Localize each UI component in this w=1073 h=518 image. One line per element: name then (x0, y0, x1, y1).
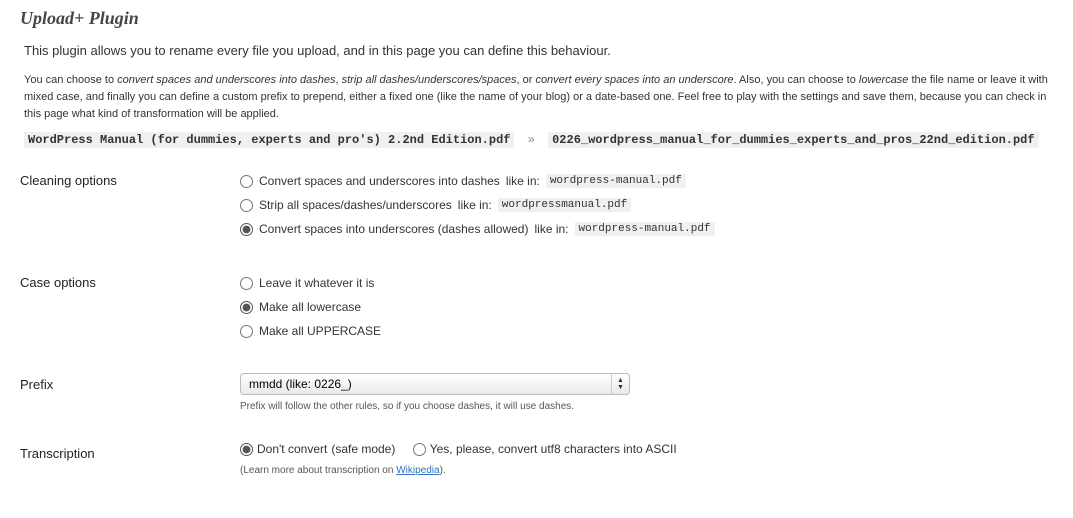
radio-transcription-convert[interactable] (413, 443, 426, 456)
transcription-note: (Learn more about transcription on Wikip… (240, 465, 1053, 476)
case-option-lowercase[interactable]: Make all lowercase (240, 295, 1053, 319)
prefix-select[interactable]: mmdd (like: 0226_) (240, 373, 630, 395)
example-input: WordPress Manual (for dummies, experts a… (24, 132, 514, 148)
transcription-dont-label: Don't convert (257, 442, 327, 456)
cleaning-dashes-code: wordpress-manual.pdf (546, 174, 686, 188)
wikipedia-link[interactable]: Wikipedia (396, 465, 439, 476)
like-in-text: like in: (506, 174, 540, 188)
cleaning-strip-code: wordpressmanual.pdf (498, 198, 631, 212)
page-title: Upload+ Plugin (20, 8, 1053, 29)
case-heading: Case options (20, 269, 240, 371)
cleaning-heading: Cleaning options (20, 167, 240, 269)
prefix-heading: Prefix (20, 371, 240, 440)
case-uppercase-label: Make all UPPERCASE (259, 324, 381, 338)
like-in-text: like in: (458, 198, 492, 212)
transcription-safe-mode: (safe mode) (331, 442, 395, 456)
case-option-uppercase[interactable]: Make all UPPERCASE (240, 319, 1053, 343)
radio-case-uppercase[interactable] (240, 325, 253, 338)
radio-transcription-dont[interactable] (240, 443, 253, 456)
intro-text: This plugin allows you to rename every f… (24, 43, 1053, 58)
cleaning-option-underscores[interactable]: Convert spaces into underscores (dashes … (240, 217, 1053, 241)
example-output: 0226_wordpress_manual_for_dummies_expert… (548, 132, 1038, 148)
radio-cleaning-underscores[interactable] (240, 223, 253, 236)
cleaning-underscores-label: Convert spaces into underscores (dashes … (259, 222, 528, 236)
case-lowercase-label: Make all lowercase (259, 300, 361, 314)
radio-cleaning-dashes[interactable] (240, 175, 253, 188)
description-text: You can choose to convert spaces and und… (24, 72, 1053, 123)
radio-case-lowercase[interactable] (240, 301, 253, 314)
cleaning-strip-label: Strip all spaces/dashes/underscores (259, 198, 452, 212)
cleaning-option-strip[interactable]: Strip all spaces/dashes/underscores like… (240, 193, 1053, 217)
cleaning-underscores-code: wordpress-manual.pdf (575, 222, 715, 236)
case-option-leave[interactable]: Leave it whatever it is (240, 271, 1053, 295)
case-leave-label: Leave it whatever it is (259, 276, 374, 290)
example-line: WordPress Manual (for dummies, experts a… (24, 133, 1053, 147)
transcription-heading: Transcription (20, 440, 240, 504)
cleaning-dashes-label: Convert spaces and underscores into dash… (259, 174, 500, 188)
radio-case-leave[interactable] (240, 277, 253, 290)
arrow-icon: » (522, 133, 541, 147)
radio-cleaning-strip[interactable] (240, 199, 253, 212)
prefix-note: Prefix will follow the other rules, so i… (240, 401, 1053, 412)
transcription-option-dont[interactable]: Don't convert (safe mode) (240, 442, 395, 456)
cleaning-option-dashes[interactable]: Convert spaces and underscores into dash… (240, 169, 1053, 193)
transcription-convert-label: Yes, please, convert utf8 characters int… (430, 442, 677, 456)
transcription-option-convert[interactable]: Yes, please, convert utf8 characters int… (413, 442, 677, 456)
like-in-text: like in: (534, 222, 568, 236)
